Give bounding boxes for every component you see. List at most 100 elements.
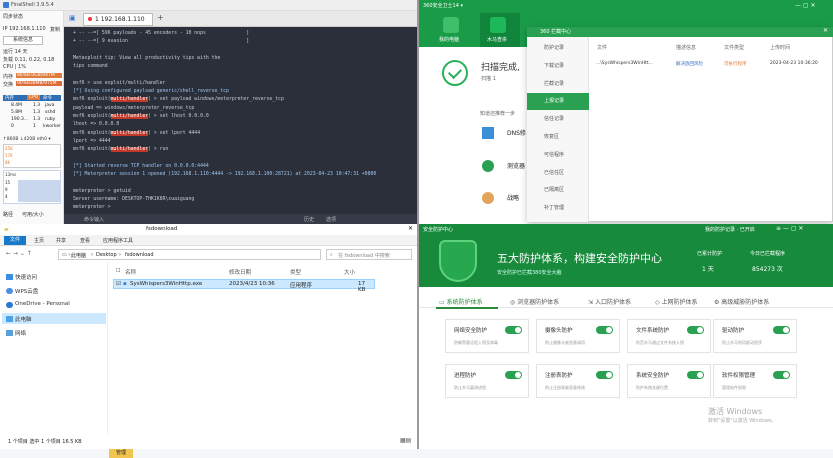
card-desc: 防止木马篡改进程: [454, 385, 486, 390]
copy-ip-link[interactable]: 复制: [50, 26, 60, 33]
popup-menu-item[interactable]: 拦截记录: [527, 76, 589, 93]
tab-advanced[interactable]: ⚙ 高级威胁防护体系: [714, 297, 769, 306]
toggle-switch[interactable]: [687, 371, 704, 379]
defense-card: 摄像头防护 防止摄像头被恶意调用: [536, 319, 620, 353]
terminal-line: payload => windows/meterpreter_reverse_t…: [73, 105, 195, 111]
defense-card: 系统安全防护 防护系统关键位置: [627, 364, 711, 398]
stat-value: 1 天: [702, 266, 714, 273]
ribbon-apptools-tab[interactable]: 应用程序工具: [103, 237, 133, 244]
process-row[interactable]: 190.3... 1.3 ruby: [3, 117, 61, 123]
history-button[interactable]: 历史: [304, 216, 314, 223]
toggle-switch[interactable]: [596, 326, 613, 334]
breadcrumb-thispc[interactable]: 此电脑: [71, 252, 86, 259]
tab-browser-label: 浏览器防护体系: [517, 299, 560, 306]
col-cmd[interactable]: 命令: [43, 95, 52, 101]
close-icon[interactable]: ✕: [823, 27, 828, 34]
popup-menu-item[interactable]: 补丁管理: [527, 200, 589, 217]
scan-complete-check-icon: [442, 60, 468, 86]
popup-menu-item[interactable]: 信任记录: [527, 111, 589, 128]
defense-subtitle: 安全防护已拦截380安全大脑: [497, 270, 562, 276]
col-type[interactable]: 类型: [290, 268, 301, 276]
popup-row-time: 2023-04-23 10:36:20: [770, 61, 818, 66]
toggle-switch[interactable]: [505, 326, 522, 334]
toggle-switch[interactable]: [773, 326, 790, 334]
nav-onedrive[interactable]: OneDrive - Personal: [15, 301, 70, 307]
popup-menu-item[interactable]: 可信程序: [527, 147, 589, 164]
close-icon[interactable]: ✕: [408, 225, 413, 232]
item-browser[interactable]: 测览器: [507, 161, 525, 170]
ribbon-home-tab[interactable]: 主页: [34, 237, 44, 244]
terminal-line: lhost => 0.0.0.0: [73, 122, 120, 128]
nav-my-pc[interactable]: 我的电脑: [439, 36, 459, 43]
item-strategy[interactable]: 战略: [507, 193, 519, 202]
window-controls-icon[interactable]: ≡ — ▢ ✕: [776, 225, 803, 232]
table-row[interactable]: ...\SysWhispers3WinHtt... 解决放回风险 可执行程序 2…: [590, 58, 830, 70]
nav-trojan-scan[interactable]: 木马查杀: [487, 36, 507, 43]
popup-menu-item[interactable]: 下载记录: [527, 58, 589, 75]
tab-system[interactable]: ▭ 系统防护体系: [439, 297, 483, 306]
nav-network[interactable]: 网络: [15, 329, 26, 337]
breadcrumb-fsdownload[interactable]: fsdownload: [125, 252, 154, 258]
popup-menu-item[interactable]: 防护记录: [527, 40, 589, 57]
manage-tab[interactable]: 管理: [109, 449, 133, 458]
defense-card: 注册表防护 防止注册表被恶意修改: [536, 364, 620, 398]
nav-wps-cloud[interactable]: WPS云盘: [15, 287, 38, 295]
process-row[interactable]: 5.8M 1.3 sshd: [3, 110, 61, 116]
command-input-label[interactable]: 命令输入: [84, 216, 104, 223]
add-tab-icon[interactable]: +: [157, 13, 164, 22]
item-dns[interactable]: DNS修: [507, 128, 526, 137]
col-size[interactable]: 大小: [344, 268, 355, 276]
tab-entry[interactable]: ⇲ 入口防护体系: [588, 297, 631, 306]
session-tab[interactable]: 1 192.168.1.110: [83, 13, 153, 26]
col-date[interactable]: 修改日期: [229, 268, 251, 276]
terminal-line: msf6 exploit(multi/handler) > run: [73, 147, 169, 153]
sys-info-button[interactable]: 系统信息: [3, 36, 43, 45]
process-row[interactable]: 0 1 kworker: [3, 124, 61, 130]
tab-internet[interactable]: ◇ 上网防护体系: [655, 297, 698, 306]
options-button[interactable]: 选项: [326, 216, 336, 223]
nav-arrows-icon[interactable]: ← → ⌄ ↑: [6, 250, 32, 257]
col-cpu[interactable]: CPU: [27, 95, 41, 100]
toggle-switch[interactable]: [773, 371, 790, 379]
process-row[interactable]: 8.4M 1.3 java: [3, 103, 61, 109]
card-desc: 防止摄像头被恶意调用: [545, 340, 585, 345]
card-name: 网络安全防护: [454, 328, 488, 334]
recommend-label: 知道还推荐一步: [480, 111, 516, 117]
toggle-switch[interactable]: [596, 371, 613, 379]
ribbon-file-tab[interactable]: 文件: [4, 236, 26, 245]
col-name[interactable]: 名称: [125, 268, 136, 276]
sync-status[interactable]: 同步状态: [3, 13, 23, 20]
window-controls-icon[interactable]: — ▢ ✕: [795, 2, 816, 9]
popup-row-desc: 解决放回风险: [676, 62, 703, 67]
tab-browser[interactable]: ◎ 浏览器防护体系: [510, 297, 559, 306]
folder-icon[interactable]: ▣: [69, 14, 76, 22]
popup-menu-item[interactable]: 恢复区: [527, 129, 589, 146]
session-tab-label: 1 192.168.1.110: [95, 16, 145, 23]
popup-menu-item[interactable]: 已隔离区: [527, 182, 589, 199]
net-info[interactable]: ↑860B ↓420B eth0 ▾: [3, 137, 51, 142]
defense-record-link[interactable]: 我的防护记录 · 已开启: [705, 226, 755, 233]
search-input[interactable]: ⌕ 在 fsdownload 中搜索: [326, 249, 412, 260]
nav-this-pc[interactable]: 此电脑: [15, 315, 32, 323]
latency-label: 13ms: [5, 172, 17, 177]
net-scale-mid: 17K: [5, 153, 13, 158]
address-bar[interactable]: ▭ › 此电脑 › Desktop › fsdownload: [58, 249, 321, 260]
swap-value: 90%838MB/975M: [17, 81, 57, 86]
popup-menu-item[interactable]: 已信任区: [527, 165, 589, 182]
table-row[interactable]: ☑ ▪ SysWhispers3WinHttp.exe 2023/4/23 10…: [113, 279, 375, 293]
host-ip: IP 192.168.1.110: [3, 26, 46, 32]
toggle-switch[interactable]: [687, 326, 704, 334]
view-toggle-icon[interactable]: ▦▤: [400, 437, 411, 444]
ribbon-view-tab[interactable]: 查看: [80, 237, 90, 244]
terminal-line: Metasploit tip: View all productivity ti…: [73, 55, 221, 61]
checked-checkbox-icon[interactable]: ☑: [116, 281, 121, 287]
onedrive-icon: [6, 302, 13, 308]
toggle-switch[interactable]: [505, 371, 522, 379]
nav-quick-access[interactable]: 快速访问: [15, 273, 37, 281]
col-mem[interactable]: 内存: [5, 95, 14, 101]
exe-icon: ▪: [123, 281, 127, 287]
popup-menu-item[interactable]: 上报记录: [527, 93, 589, 111]
breadcrumb-desktop[interactable]: Desktop: [96, 252, 117, 258]
ribbon-share-tab[interactable]: 共享: [56, 237, 66, 244]
select-all-checkbox[interactable]: ☐: [116, 268, 120, 274]
